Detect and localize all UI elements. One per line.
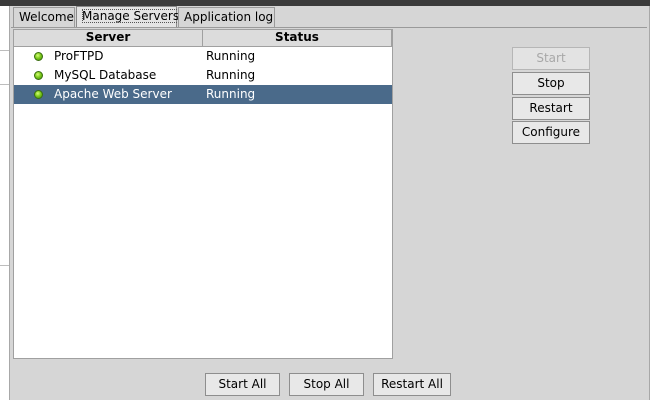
server-table[interactable]: Server Status ProFTPD Running MySQL Data…: [13, 29, 393, 359]
restart-button[interactable]: Restart: [512, 97, 590, 120]
configure-button[interactable]: Configure: [512, 121, 590, 144]
manager-dialog: Welcome Manage Servers Application log S…: [9, 6, 650, 400]
server-name: ProFTPD: [54, 49, 104, 63]
column-header-status[interactable]: Status: [203, 30, 392, 46]
tab-welcome-label: Welcome: [19, 10, 74, 24]
manage-servers-panel: Server Status ProFTPD Running MySQL Data…: [11, 27, 647, 400]
stop-button[interactable]: Stop: [512, 72, 590, 95]
start-all-button[interactable]: Start All: [205, 373, 280, 396]
server-status: Running: [206, 87, 256, 101]
server-name: Apache Web Server: [54, 87, 172, 101]
server-status: Running: [206, 68, 256, 82]
running-indicator-icon: [34, 71, 43, 80]
column-header-server[interactable]: Server: [14, 30, 203, 46]
tab-application-log[interactable]: Application log: [178, 7, 275, 27]
table-header: Server Status: [14, 30, 392, 47]
tab-manage-servers-label: Manage Servers: [82, 9, 180, 23]
start-button[interactable]: Start: [512, 47, 590, 70]
tab-application-log-label: Application log: [184, 10, 274, 24]
table-row-selected[interactable]: Apache Web Server Running: [14, 85, 392, 104]
server-name: MySQL Database: [54, 68, 157, 82]
tab-manage-servers[interactable]: Manage Servers: [76, 6, 180, 28]
stop-all-button[interactable]: Stop All: [289, 373, 364, 396]
table-row[interactable]: ProFTPD Running: [14, 47, 392, 66]
running-indicator-icon: [34, 90, 43, 99]
tab-welcome[interactable]: Welcome: [13, 7, 75, 27]
running-indicator-icon: [34, 52, 43, 61]
server-status: Running: [206, 49, 256, 63]
table-row[interactable]: MySQL Database Running: [14, 66, 392, 85]
restart-all-button[interactable]: Restart All: [373, 373, 451, 396]
